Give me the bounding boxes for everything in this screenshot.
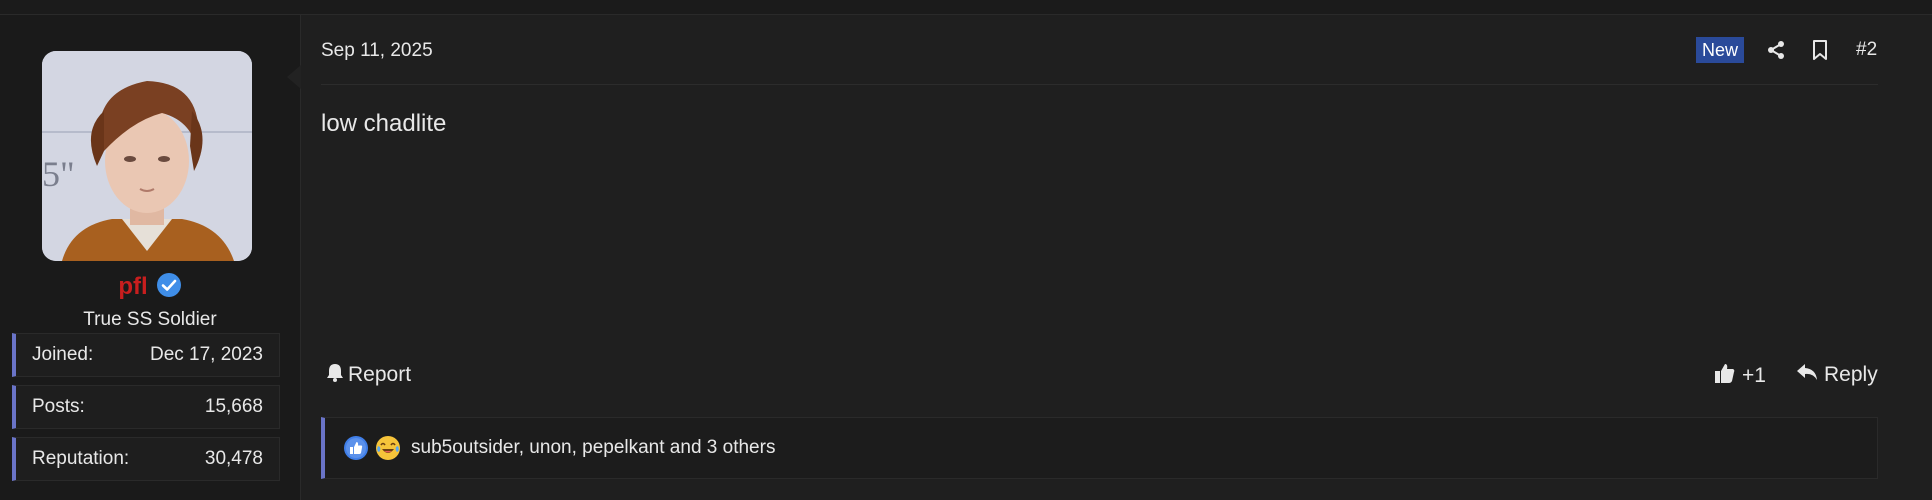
reactions-list[interactable]: sub5outsider, unon, pepelkant and 3 othe… [411,437,775,459]
new-badge: New [1696,37,1745,63]
avatar-image: 5" [42,51,252,261]
stat-joined: Joined: Dec 17, 2023 [12,333,280,377]
reply-button[interactable]: Reply [1796,362,1878,388]
username-row: pfl [0,272,300,301]
header-divider [321,84,1878,85]
post-message: low chadlite [321,110,447,137]
reply-label: Reply [1824,363,1878,386]
user-info-panel: 5" pfl True SS Soldier Joined: Dec 17, 2… [0,15,301,500]
like-label: +1 [1742,364,1766,387]
username[interactable]: pfl [118,273,147,300]
stat-label: Joined: [32,344,94,365]
user-arrow [287,65,301,89]
reply-arrow-icon [1796,362,1818,388]
stat-value: 30,478 [204,448,263,469]
share-icon[interactable] [1762,36,1790,64]
reactions-bar[interactable]: sub5outsider, unon, pepelkant and 3 othe… [321,417,1878,479]
stat-label: Posts: [32,396,85,417]
bookmark-icon[interactable] [1806,36,1834,64]
stat-reputation: Reputation: 30,478 [12,437,280,481]
report-label: Report [348,363,412,386]
post-number[interactable]: #2 [1856,39,1877,61]
report-button[interactable]: Report [326,362,411,388]
svg-text:5": 5" [42,154,75,194]
stat-label: Reputation: [32,448,130,469]
like-reaction-icon [343,435,369,461]
top-bar [0,0,1932,15]
thumbs-up-icon [1714,362,1736,390]
like-button[interactable]: +1 [1714,362,1766,390]
bell-icon [326,362,344,388]
stat-value: Dec 17, 2023 [149,344,263,365]
laugh-cry-emoji-icon [375,435,401,461]
user-title: True SS Soldier [83,309,217,330]
verified-check-icon [156,272,182,298]
stat-posts: Posts: 15,668 [12,385,280,429]
stat-value: 15,668 [204,396,263,417]
post-date[interactable]: Sep 11, 2025 [321,40,433,62]
avatar[interactable]: 5" [42,51,252,261]
